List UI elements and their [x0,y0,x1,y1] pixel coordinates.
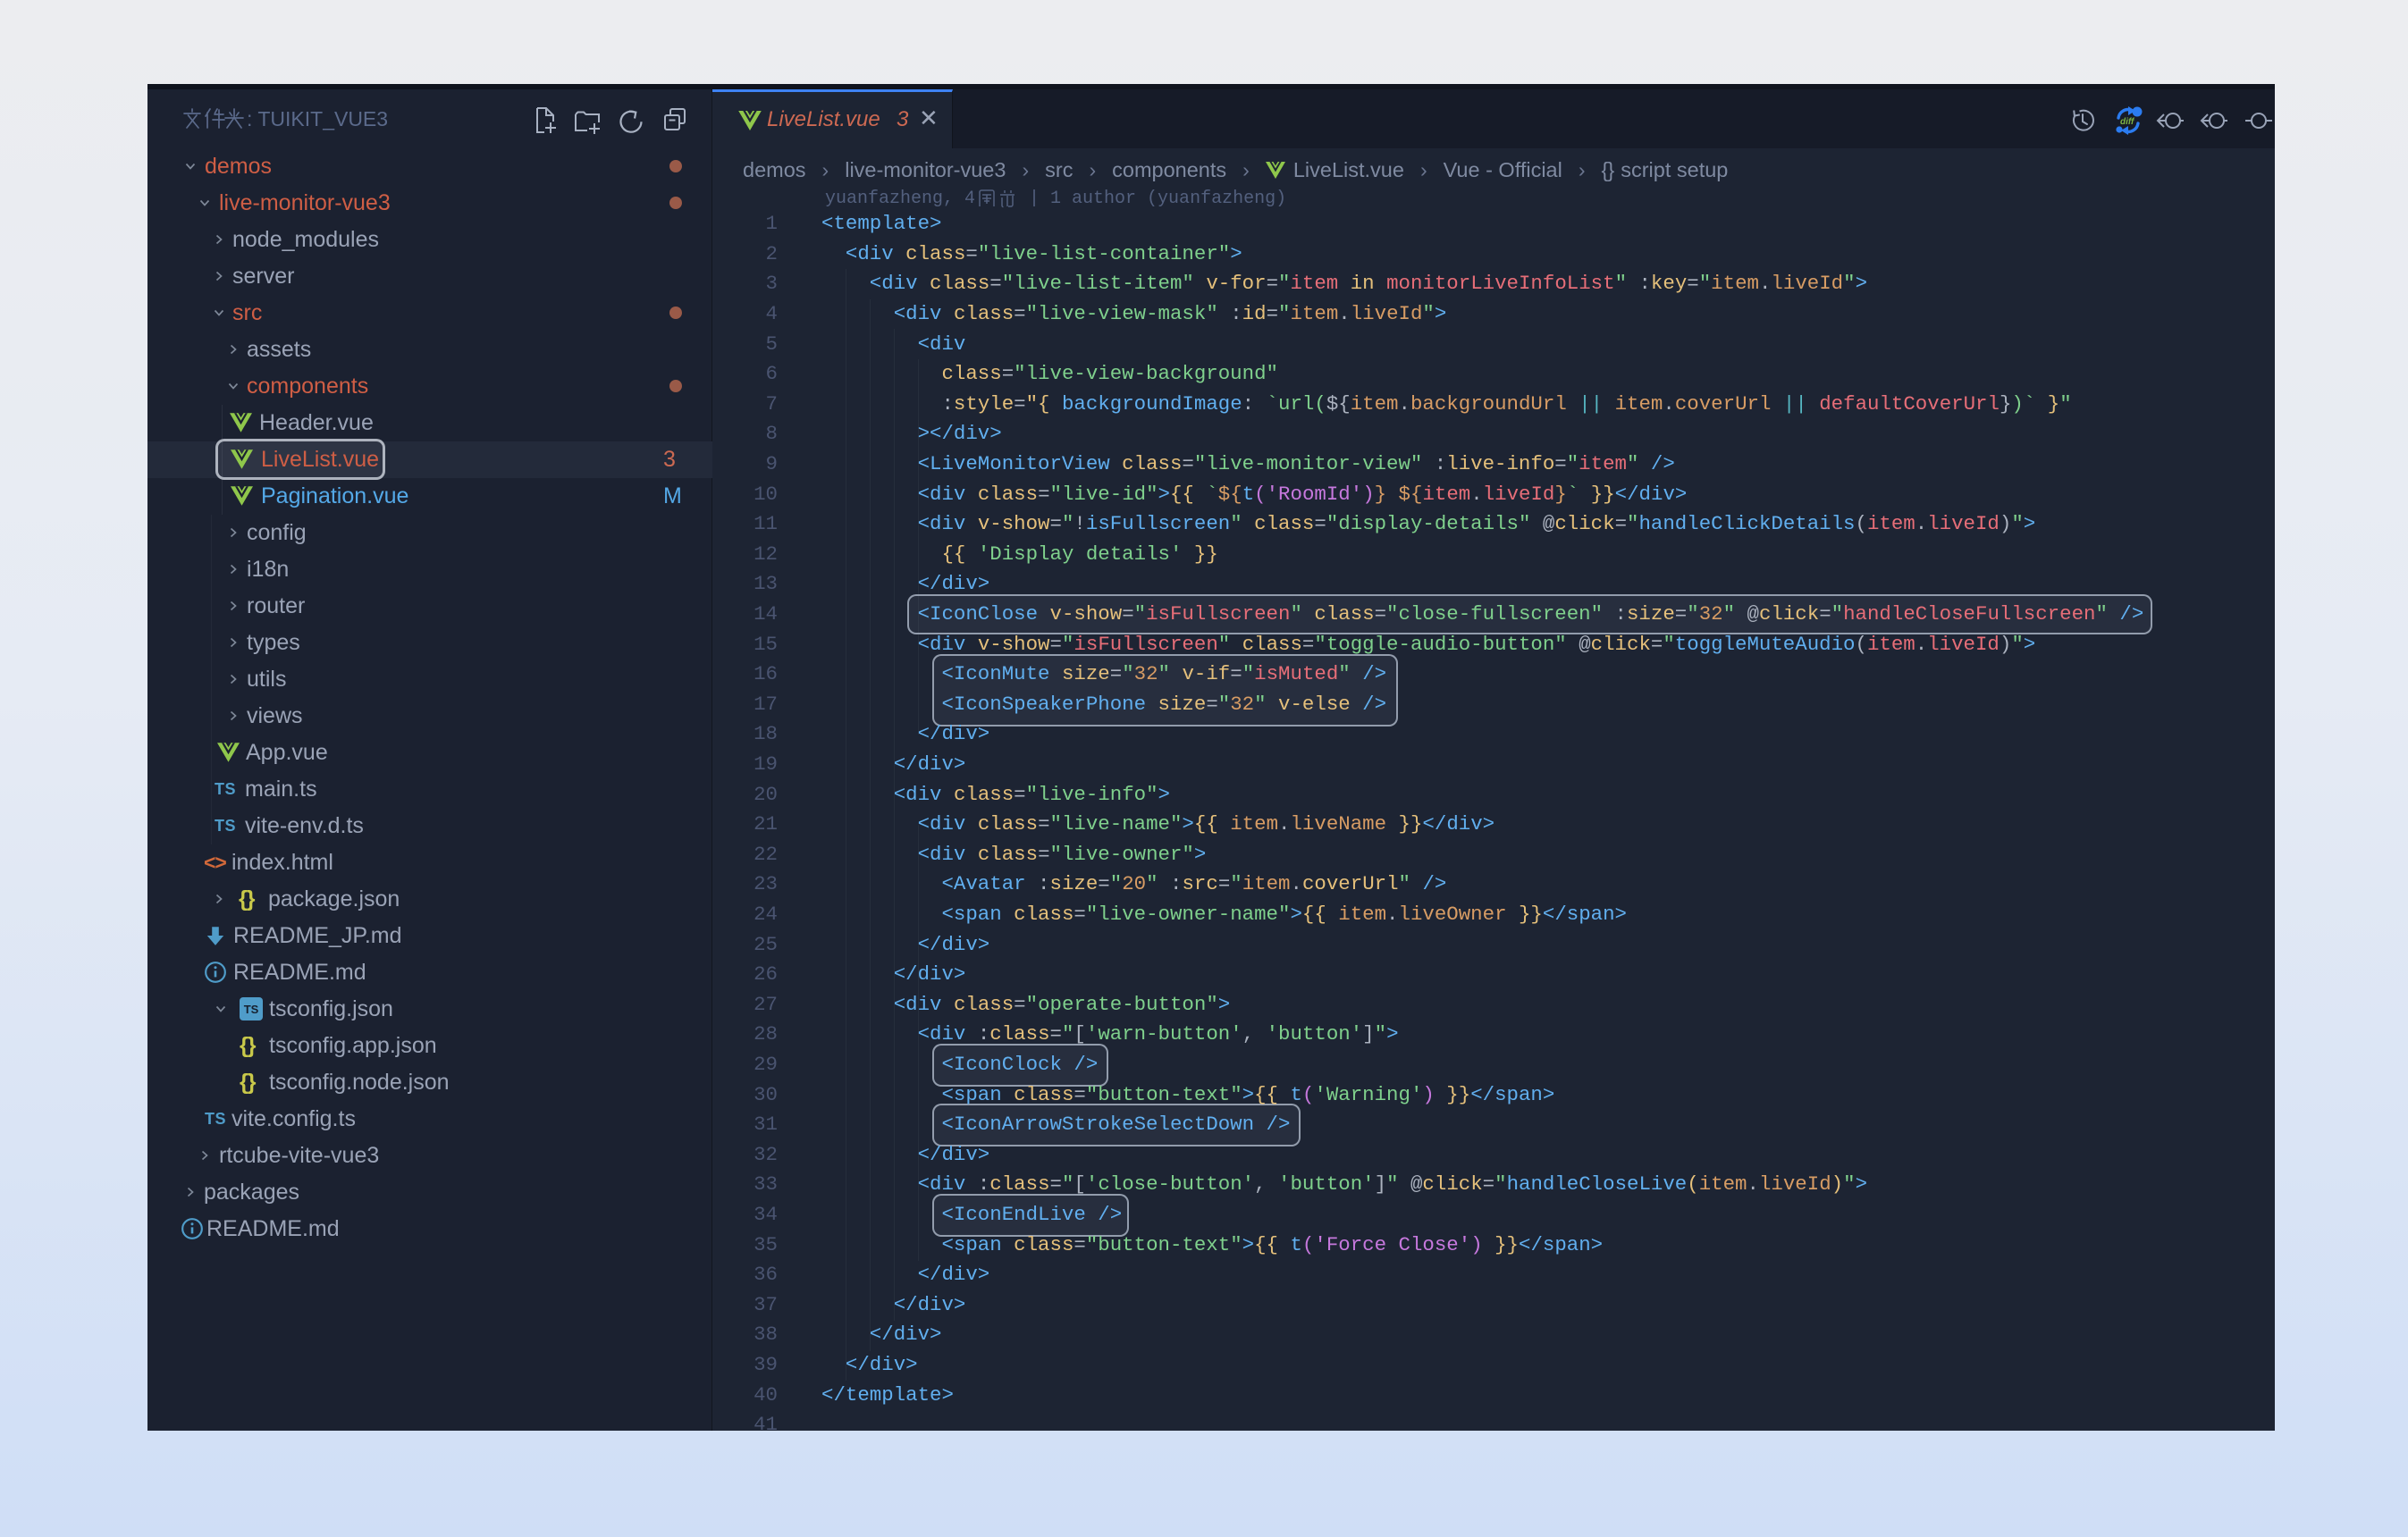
svg-text:diff: diff [2120,117,2135,127]
